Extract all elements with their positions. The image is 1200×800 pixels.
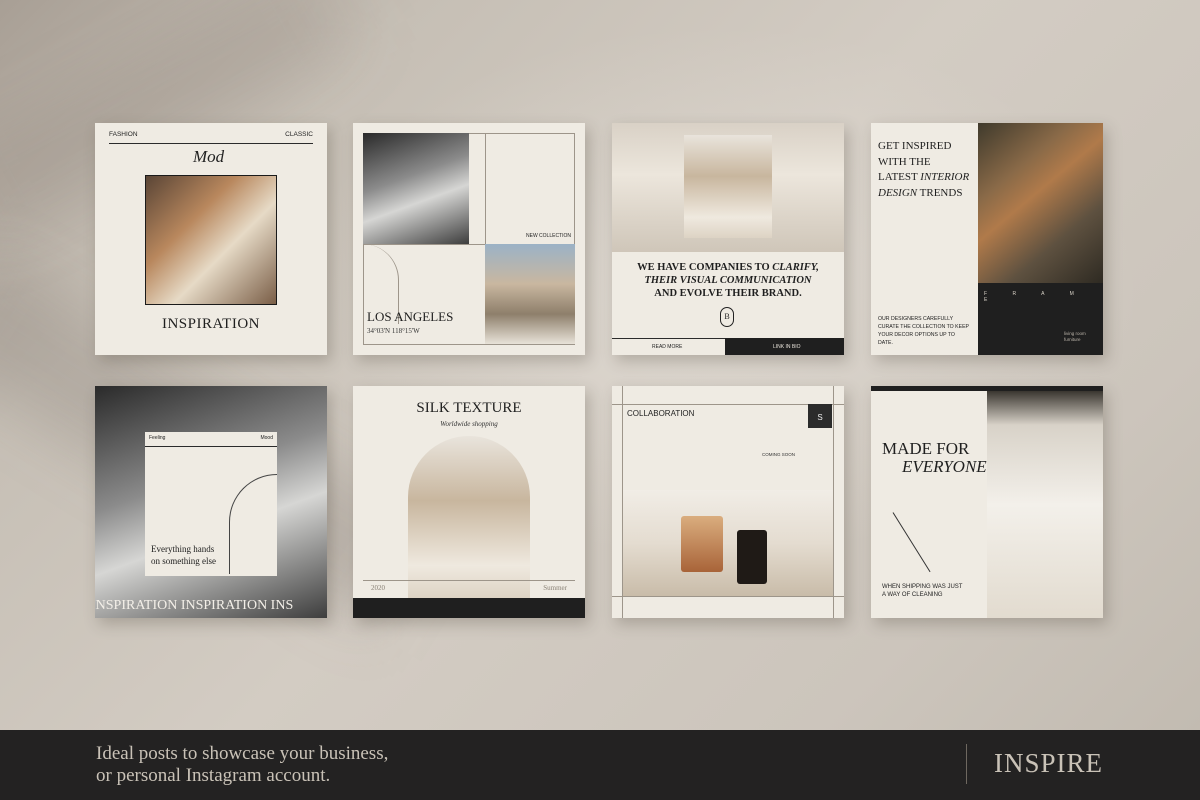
coming-soon-tag: COMING SOON — [762, 452, 796, 457]
link-in-bio-label: LINK IN BIO — [773, 344, 801, 350]
card-title: COLLABORATION — [627, 409, 695, 418]
card-title: INSPIRATION — [161, 316, 260, 332]
body-text: OUR DESIGNERS CAREFULLY CURATE THE COLLE… — [878, 316, 969, 346]
statement-line: THEIR VISUAL COMMUNICATION — [644, 275, 812, 286]
headline-line: MADE FOR — [882, 439, 970, 458]
coordinates: 34°03'N 118°15'W — [367, 327, 420, 335]
divider-line — [145, 446, 277, 447]
post-card-silk-texture[interactable]: SILK TEXTURE Worldwide shopping 2020 Sum… — [353, 386, 585, 618]
chair-photo — [978, 123, 1103, 283]
statement-line: AND EVOLVE THEIR BRAND. — [654, 288, 802, 299]
grid-line — [363, 344, 575, 345]
headline-line: LATEST — [878, 171, 921, 183]
tagline-line: Ideal posts to showcase your business, — [96, 743, 389, 764]
arched-photo — [408, 436, 530, 598]
candle-photo — [623, 490, 833, 596]
monogram-badge: B — [720, 307, 734, 327]
post-card-los-angeles[interactable]: NEW COLLECTION LOS ANGELES 34°03'N 118°1… — [353, 123, 585, 355]
headline-line: TRENDS — [917, 186, 963, 199]
model-photo — [684, 135, 772, 238]
post-card-interior[interactable]: GET INSPIRED WITH THE LATEST INTERIOR DE… — [871, 123, 1103, 355]
divider-line — [109, 143, 313, 144]
footer-brand: INSPIRE — [994, 748, 1104, 778]
footer-bar: Ideal posts to showcase your business, o… — [0, 730, 1200, 800]
script-logo: Mod — [193, 147, 225, 166]
card-label-right: CLASSIC — [285, 131, 313, 138]
brand-name: F R A M E — [984, 291, 1086, 303]
script-subtitle: Worldwide shopping — [440, 420, 498, 428]
grid-line — [833, 386, 834, 618]
footnote: A WAY OF CLEANING — [882, 592, 943, 598]
label-feeling: Feeling — [149, 435, 166, 441]
headline: MADE FOR EVERYONE — [882, 440, 987, 476]
statement-line: WE HAVE COMPANIES TO — [637, 262, 773, 273]
footer-divider — [966, 744, 967, 784]
label-mood: Mood — [260, 435, 273, 441]
headline-emphasis: INTERIOR — [920, 171, 970, 183]
divider-line — [612, 596, 844, 597]
quote-line: on something else — [151, 556, 216, 566]
brand-statement: WE HAVE COMPANIES TO CLARIFY, THEIR VISU… — [612, 261, 844, 300]
link-in-bio-button[interactable]: LINK IN BIO — [725, 338, 844, 355]
footnote: WHEN SHIPPING WAS JUST — [882, 584, 963, 590]
card-title: SILK TEXTURE — [416, 400, 522, 416]
headline-line: GET INSPIRED — [878, 140, 952, 152]
post-card-mood[interactable]: Feeling Mood Everything hands on somethi… — [95, 386, 327, 618]
divider-line — [363, 580, 575, 581]
year-label: 2020 — [371, 584, 385, 592]
footer-bar — [353, 598, 585, 618]
read-more-button[interactable]: READ MORE — [652, 344, 682, 350]
quote-line: Everything hands — [151, 544, 215, 554]
amber-glass — [681, 516, 723, 572]
headline-line: WITH THE — [878, 155, 931, 168]
brand-bar: F R A M E living room furniture — [978, 283, 1103, 355]
statement-emphasis: CLARIFY, — [772, 262, 819, 273]
headline: GET INSPIRED WITH THE LATEST INTERIOR DE… — [878, 139, 969, 201]
headline-emphasis: DESIGN — [878, 186, 918, 199]
badge-letter: S — [817, 413, 823, 422]
card-label-left: FASHION — [109, 131, 138, 138]
street-photo — [485, 244, 575, 344]
post-card-inspiration[interactable]: FASHION CLASSIC Mod INSPIRATION — [95, 123, 327, 355]
side-note: living room furniture — [1064, 331, 1086, 342]
candle-jar — [737, 530, 767, 584]
footer-tagline: Ideal posts to showcase your business, o… — [96, 743, 388, 787]
portrait-photo — [363, 133, 469, 244]
headline-line: EVERYONE — [902, 457, 987, 476]
overlay-panel: Feeling Mood Everything hands on somethi… — [145, 432, 277, 576]
post-card-brand[interactable]: WE HAVE COMPANIES TO CLARIFY, THEIR VISU… — [612, 123, 844, 355]
city-title: LOS ANGELES — [367, 309, 454, 324]
arc-shape — [229, 474, 277, 574]
diagonal-line — [892, 512, 931, 573]
marquee-text: INSPIRATION INSPIRATION INS — [95, 598, 294, 613]
letter-badge: S — [808, 404, 832, 428]
tagline-line: or personal Instagram account. — [96, 765, 331, 786]
monogram-letter: B — [724, 312, 730, 321]
post-card-collaboration[interactable]: COLLABORATION S COMING SOON — [612, 386, 844, 618]
collection-tag: NEW COLLECTION — [526, 233, 572, 239]
season-label: Summer — [543, 584, 567, 592]
hands-photo — [145, 175, 277, 305]
post-card-made-for-everyone[interactable]: MADE FOR EVERYONE WHEN SHIPPING WAS JUST… — [871, 386, 1103, 618]
fashion-photo — [987, 391, 1103, 618]
